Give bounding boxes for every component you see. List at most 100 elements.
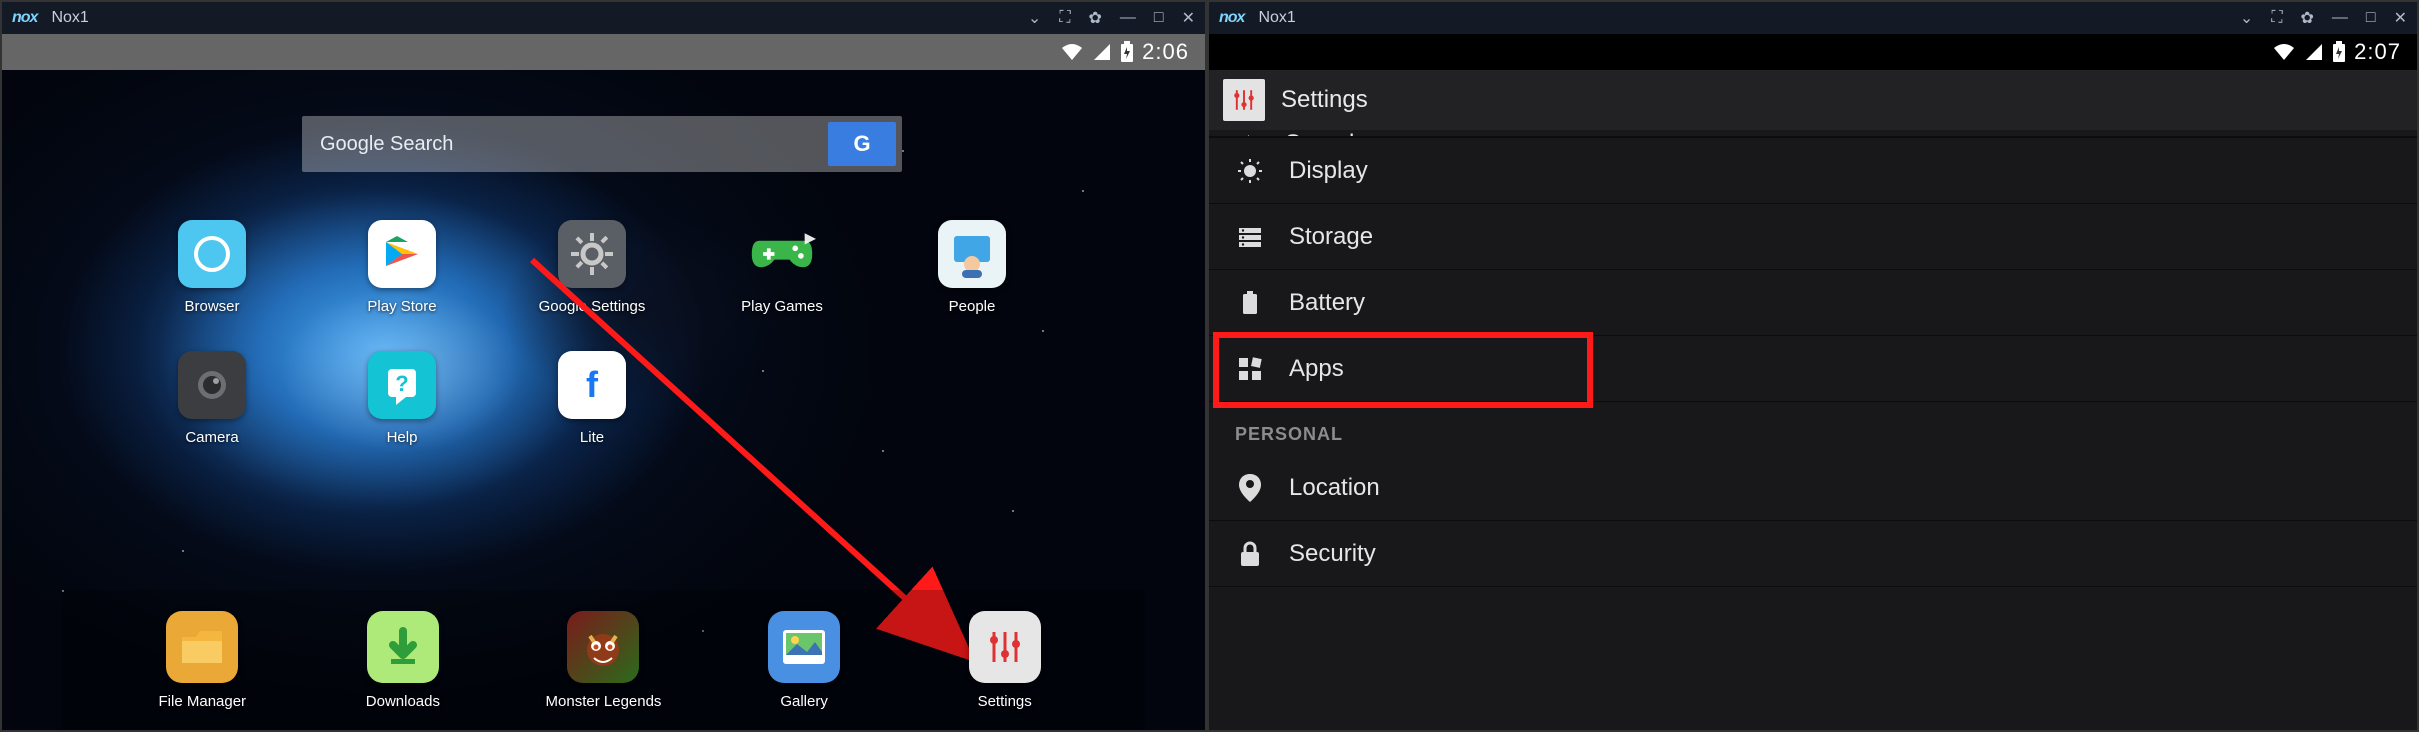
settings-sliders-icon [969,611,1041,683]
dock-gallery[interactable]: Gallery [744,611,864,710]
maximize-icon[interactable]: □ [2366,9,2376,27]
dock-file-manager[interactable]: File Manager [142,611,262,710]
settings-row-storage[interactable]: Storage [1209,204,2417,270]
chevron-down-icon[interactable]: ⌄ [2240,8,2253,28]
settings-row-sound-partial[interactable]: Sound [1209,130,2417,136]
app-label: Browser [184,298,239,315]
fullscreen-icon[interactable]: ⛶ [1059,9,1070,27]
nox-logo: nox Nox1 [12,9,89,27]
browser-icon [178,220,246,288]
gallery-icon [768,611,840,683]
right-screenshot: nox Nox1 ⌄ ⛶ ✿ — □ ✕ 2:07 [1207,0,2419,732]
app-label: Play Store [367,298,436,315]
help-icon: ? [368,351,436,419]
nox-logo-mark: nox [1219,9,1244,27]
battery-icon [1235,290,1265,316]
dock-monster-legends[interactable]: Monster Legends [543,611,663,710]
settings-header: Settings [1209,70,2417,130]
window-controls: ⌄ ⛶ ✿ — □ ✕ [1028,8,1195,28]
settings-list: Display Storage Battery Apps P [1209,138,2417,587]
monster-legends-icon [567,611,639,683]
speaker-icon [1235,131,1261,136]
nox-titlebar: nox Nox1 ⌄ ⛶ ✿ — □ ✕ [2,2,1205,34]
home-screen[interactable]: G Browser Play Store Google S [2,70,1205,730]
google-settings-icon [558,220,626,288]
app-google-settings[interactable]: Google Settings [532,220,652,315]
facebook-lite-icon: f [558,351,626,419]
row-label: Apps [1289,355,1344,383]
google-g-icon: G [853,131,870,157]
google-search-bar[interactable]: G [302,116,902,172]
google-search-button[interactable]: G [828,122,896,166]
status-time: 2:06 [1142,39,1189,65]
app-label: Camera [185,429,238,446]
app-label: Google Settings [539,298,646,315]
row-label: Storage [1289,223,1373,251]
android-status-bar: 2:06 [2,34,1205,70]
nox-window-title: Nox1 [51,9,88,27]
svg-text:?: ? [395,371,408,396]
camera-icon [178,351,246,419]
close-icon[interactable]: ✕ [1182,8,1195,28]
play-games-icon [748,220,816,288]
row-label: Security [1289,540,1376,568]
app-play-store[interactable]: Play Store [342,220,462,315]
row-label: Location [1289,474,1380,502]
gear-icon[interactable]: ✿ [1089,8,1102,28]
app-lite[interactable]: f Lite [532,351,652,446]
chevron-down-icon[interactable]: ⌄ [1028,8,1041,28]
battery-icon [1120,41,1134,63]
app-grid: Browser Play Store Google Settings Play … [152,220,1102,446]
signal-icon [2304,42,2324,62]
signal-icon [1092,42,1112,62]
row-label: Battery [1289,289,1365,317]
close-icon[interactable]: ✕ [2394,8,2407,28]
app-label: Settings [978,693,1032,710]
nox-logo: nox Nox1 [1219,9,1296,27]
folder-icon [166,611,238,683]
settings-row-battery[interactable]: Battery [1209,270,2417,336]
app-label: Lite [580,429,604,446]
nox-logo-mark: nox [12,9,37,27]
app-label: Gallery [780,693,828,710]
wifi-icon [2272,42,2296,62]
maximize-icon[interactable]: □ [1154,9,1164,27]
status-time: 2:07 [2354,39,2401,65]
storage-icon [1235,224,1265,250]
search-input[interactable] [302,133,828,156]
nox-titlebar: nox Nox1 ⌄ ⛶ ✿ — □ ✕ [1209,2,2417,34]
settings-row-apps[interactable]: Apps [1209,336,2417,402]
app-label: Help [387,429,418,446]
settings-sliders-icon [1223,79,1265,121]
dock: File Manager Downloads Monster Legends G… [62,590,1145,730]
app-help[interactable]: ? Help [342,351,462,446]
android-status-bar: 2:07 [1209,34,2417,70]
location-icon [1235,474,1265,502]
app-label: Downloads [366,693,440,710]
app-camera[interactable]: Camera [152,351,272,446]
left-screenshot: nox Nox1 ⌄ ⛶ ✿ — □ ✕ 2:06 [0,0,1207,732]
dock-settings[interactable]: Settings [945,611,1065,710]
settings-screen: Settings Sound Display St [1209,70,2417,730]
app-people[interactable]: People [912,220,1032,315]
lock-icon [1235,541,1265,567]
minimize-icon[interactable]: — [2332,9,2348,27]
settings-row-location[interactable]: Location [1209,455,2417,521]
minimize-icon[interactable]: — [1120,9,1136,27]
settings-row-security[interactable]: Security [1209,521,2417,587]
app-label: Play Games [741,298,823,315]
row-label: Display [1289,157,1368,185]
app-play-games[interactable]: Play Games [722,220,842,315]
section-personal: PERSONAL [1209,402,2417,455]
settings-title: Settings [1281,86,1368,114]
fullscreen-icon[interactable]: ⛶ [2271,9,2282,27]
gear-icon[interactable]: ✿ [2301,8,2314,28]
app-label: People [949,298,996,315]
app-browser[interactable]: Browser [152,220,272,315]
download-icon [367,611,439,683]
nox-window-title: Nox1 [1258,9,1295,27]
play-store-icon [368,220,436,288]
app-label: File Manager [159,693,247,710]
settings-row-display[interactable]: Display [1209,138,2417,204]
dock-downloads[interactable]: Downloads [343,611,463,710]
